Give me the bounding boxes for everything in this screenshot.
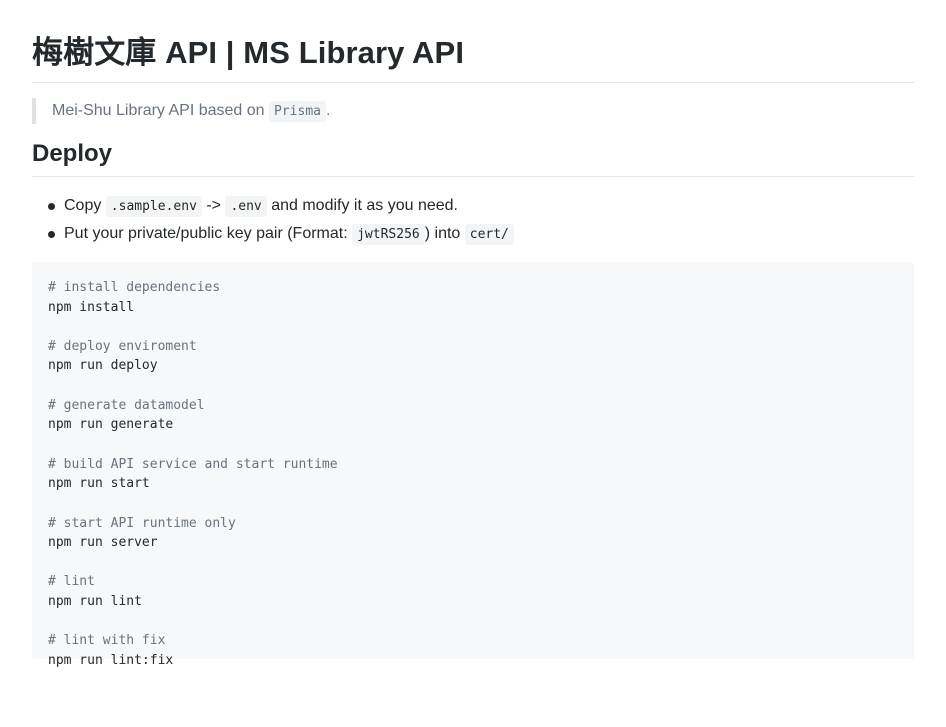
code-comment: # lint <box>48 574 95 590</box>
bullet-icon <box>48 231 55 238</box>
format-code: jwtRS256 <box>352 224 425 245</box>
list-item: Put your private/public key pair (Format… <box>32 220 914 248</box>
code-group: # start API runtime only npm run server <box>48 514 898 553</box>
code-command: npm run generate <box>48 417 174 433</box>
step-text: Put your private/public key pair (Format… <box>64 225 353 242</box>
code-comment: # deploy enviroment <box>48 338 197 354</box>
prisma-code: Prisma <box>269 101 326 122</box>
step-text: -> <box>201 197 226 214</box>
code-command: npm run deploy <box>48 358 158 374</box>
code-comment: # generate datamodel <box>48 397 205 413</box>
description-text: Mei-Shu Library API based on <box>52 102 270 119</box>
code-comment: # install dependencies <box>48 280 221 295</box>
code-group: # lint with fix npm run lint:fix <box>48 631 898 670</box>
sample-env-code: .sample.env <box>105 196 202 217</box>
deploy-steps-list: Copy .sample.env -> .env and modify it a… <box>32 192 914 248</box>
env-code: .env <box>225 196 267 217</box>
code-command: npm install <box>48 299 135 315</box>
code-group: # lint npm run lint <box>48 572 898 611</box>
step-text: Copy <box>64 197 106 214</box>
list-item: Copy .sample.env -> .env and modify it a… <box>32 192 914 220</box>
code-command: npm run start <box>48 476 150 492</box>
readme-content: 梅樹文庫 API | MS Library API Mei-Shu Librar… <box>32 0 914 668</box>
page-title: 梅樹文庫 API | MS Library API <box>32 0 914 83</box>
code-command: npm run lint <box>48 593 142 609</box>
code-command: npm run server <box>48 535 158 551</box>
code-comment: # lint with fix <box>48 633 166 649</box>
code-command: npm run lint:fix <box>48 652 174 668</box>
description-period: . <box>325 102 331 119</box>
description-blockquote: Mei-Shu Library API based on Prisma. <box>32 98 914 124</box>
code-comment: # build API service and start runtime <box>48 456 338 472</box>
code-comment: # start API runtime only <box>48 515 236 531</box>
code-block[interactable]: # install dependencies npm install # dep… <box>32 262 914 668</box>
deploy-heading: Deploy <box>32 138 914 177</box>
code-group: # build API service and start runtime np… <box>48 455 898 494</box>
code-group: # install dependencies npm install <box>48 278 898 317</box>
bullet-icon <box>48 203 55 210</box>
code-group: # deploy enviroment npm run deploy <box>48 337 898 376</box>
step-text: ) into <box>424 225 465 242</box>
cert-dir-code: cert/ <box>464 224 514 245</box>
code-group: # generate datamodel npm run generate <box>48 396 898 435</box>
step-text: and modify it as you need. <box>266 197 458 214</box>
